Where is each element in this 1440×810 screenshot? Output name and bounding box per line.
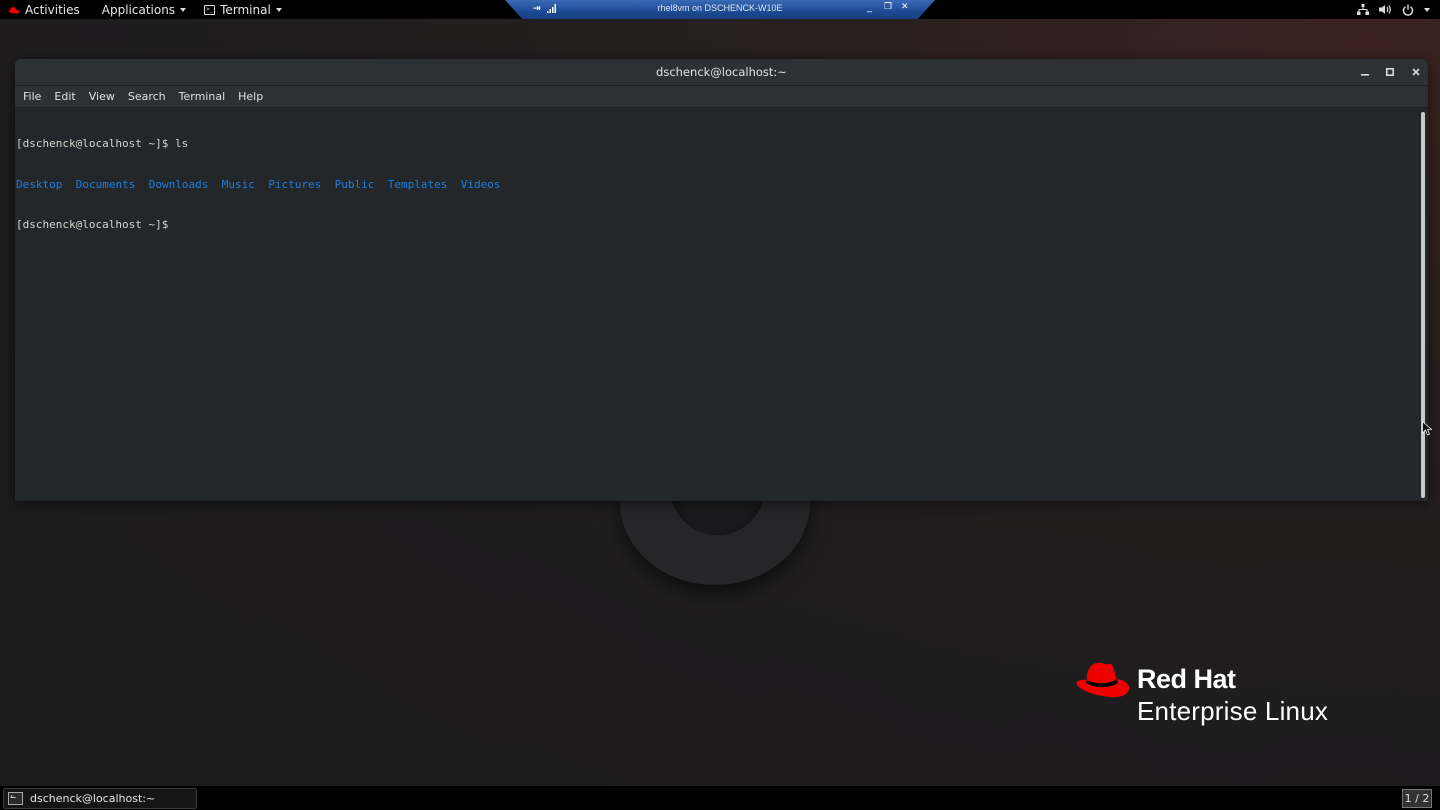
rdp-restore-button[interactable]: ❐	[884, 2, 892, 12]
rdp-close-button[interactable]: ✕	[901, 2, 909, 12]
bottom-taskbar: dschenck@localhost:~ 1 / 2	[0, 786, 1440, 810]
dir-entry: Pictures	[268, 177, 322, 191]
redhat-hat-icon	[1076, 662, 1130, 698]
window-titlebar[interactable]: dschenck@localhost:~	[15, 59, 1428, 86]
menu-file[interactable]: File	[21, 90, 48, 103]
ls-output-line: Desktop Documents Downloads Music Pictures Pu…	[16, 178, 1428, 192]
maximize-button[interactable]	[1381, 64, 1399, 80]
prompt-line: [dschenck@localhost ~]$	[16, 218, 169, 231]
close-icon	[1412, 68, 1420, 76]
taskbar-window-button[interactable]: dschenck@localhost:~	[3, 788, 197, 809]
menu-edit[interactable]: Edit	[52, 90, 82, 103]
activities-button[interactable]: Activities	[0, 0, 88, 19]
maximize-icon	[1386, 68, 1394, 76]
redhat-enterprise-linux-logo: Red Hat Enterprise Linux	[1075, 660, 1365, 730]
dir-entry: Downloads	[148, 177, 209, 191]
terminal-scrollbar[interactable]	[1421, 112, 1425, 498]
rdp-minimize-button[interactable]: _	[867, 2, 872, 13]
minimize-button[interactable]	[1356, 64, 1374, 80]
minimize-icon	[1361, 74, 1369, 76]
system-tray	[1357, 0, 1430, 19]
menu-search[interactable]: Search	[126, 90, 173, 103]
dir-entry: Music	[221, 177, 255, 191]
menu-terminal[interactable]: Terminal	[177, 90, 233, 103]
dir-entry: Documents	[75, 177, 136, 191]
network-icon[interactable]	[1357, 4, 1369, 15]
terminal-window[interactable]: dschenck@localhost:~ File Edit View Sear…	[15, 59, 1428, 501]
applications-menu[interactable]: Applications	[94, 0, 194, 19]
prompt-line: [dschenck@localhost ~]$ ls	[16, 137, 189, 150]
terminal-icon: >_	[204, 4, 216, 15]
system-menu-caret-icon[interactable]	[1424, 7, 1430, 12]
dir-entry: Templates	[387, 177, 448, 191]
dir-entry: Videos	[460, 177, 501, 191]
remote-desktop-connection-bar: ⇥ rhel8vm on DSCHENCK-W10E _ ❐ ✕	[505, 0, 935, 19]
close-button[interactable]	[1407, 64, 1425, 80]
workspace-indicator[interactable]: 1 / 2	[1402, 789, 1432, 808]
terminal-output[interactable]: [dschenck@localhost ~]$ ls Desktop Docume…	[15, 109, 1428, 501]
app-menu-terminal[interactable]: >_ Terminal	[196, 0, 290, 19]
menu-view[interactable]: View	[87, 90, 122, 103]
menu-help[interactable]: Help	[236, 90, 270, 103]
window-title: dschenck@localhost:~	[656, 65, 787, 79]
mouse-cursor-icon	[1422, 421, 1432, 436]
logo-text-enterprise-linux: Enterprise Linux	[1137, 696, 1329, 726]
taskbar-window-label: dschenck@localhost:~	[30, 792, 156, 805]
volume-icon[interactable]	[1379, 4, 1392, 15]
power-icon[interactable]	[1402, 4, 1414, 16]
dir-entry: Public	[334, 177, 375, 191]
logo-text-redhat: Red Hat	[1137, 664, 1236, 694]
app-menu-label: Terminal	[220, 2, 271, 17]
terminal-icon	[8, 792, 23, 805]
chevron-down-icon	[180, 7, 187, 12]
applications-label: Applications	[101, 2, 176, 17]
redhat-icon	[8, 6, 20, 13]
dir-entry: Desktop	[16, 177, 63, 191]
chevron-down-icon	[275, 7, 282, 12]
terminal-menubar: File Edit View Search Terminal Help	[15, 86, 1428, 108]
activities-label: Activities	[25, 2, 80, 17]
